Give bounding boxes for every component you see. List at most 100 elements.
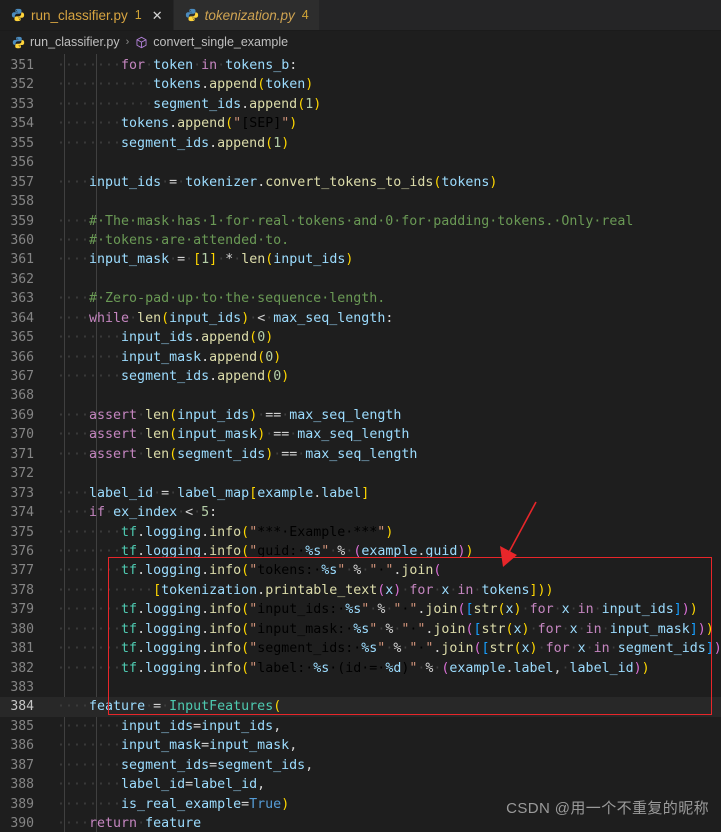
tab-tokenization[interactable]: tokenization.py 4 bbox=[173, 0, 320, 30]
code-line[interactable]: 353 ············segment_ids.append(1) bbox=[0, 95, 721, 114]
code-line[interactable]: 378 ············[tokenization.printable_t… bbox=[0, 581, 721, 600]
code-line[interactable]: 357 ····input_ids·=·tokenizer.convert_tok… bbox=[0, 173, 721, 192]
code-text[interactable]: ········input_ids=input_ids, bbox=[46, 717, 721, 736]
code-line[interactable]: 385 ········input_ids=input_ids, bbox=[0, 717, 721, 736]
code-text[interactable]: ····#·Zero-pad·up·to·the·sequence·length… bbox=[46, 289, 721, 308]
code-line[interactable]: 377 ········tf.logging.info("tokens:·%s"·… bbox=[0, 561, 721, 580]
code-line[interactable]: 360 ····#·tokens·are·attended·to. bbox=[0, 231, 721, 250]
code-text[interactable]: ············segment_ids.append(1) bbox=[46, 95, 721, 114]
line-number: 382 bbox=[10, 660, 34, 676]
code-line[interactable]: 359 ····#·The·mask·has·1·for·real·tokens·… bbox=[0, 212, 721, 231]
code-text[interactable]: ········tf.logging.info("tokens:·%s"·%·"… bbox=[46, 561, 721, 580]
code-text[interactable]: ········input_ids.append(0) bbox=[46, 328, 721, 347]
tab-run-classifier[interactable]: run_classifier.py 1 ✕ bbox=[0, 0, 174, 30]
line-number: 360 bbox=[10, 232, 34, 248]
code-text[interactable]: ········tf.logging.info("label:·%s·(id·=… bbox=[46, 659, 721, 678]
code-line[interactable]: 365 ········input_ids.append(0) bbox=[0, 328, 721, 347]
code-line[interactable]: 367 ········segment_ids.append(0) bbox=[0, 367, 721, 386]
line-number: 362 bbox=[10, 271, 34, 287]
code-line[interactable]: 370 ····assert·len(input_mask)·==·max_seq… bbox=[0, 425, 721, 444]
code-text[interactable]: ········tf.logging.info("***·Example·***… bbox=[46, 523, 721, 542]
close-icon[interactable]: ✕ bbox=[152, 9, 163, 22]
breadcrumb-symbol[interactable]: convert_single_example bbox=[153, 35, 288, 49]
code-line[interactable]: 388 ········label_id=label_id, bbox=[0, 775, 721, 794]
line-number: 375 bbox=[10, 524, 34, 540]
code-text[interactable]: ····input_ids·=·tokenizer.convert_tokens… bbox=[46, 173, 721, 192]
code-line[interactable]: 390 ····return·feature bbox=[0, 814, 721, 832]
code-line[interactable]: 389 ········is_real_example=True) bbox=[0, 795, 721, 814]
line-number: 363 bbox=[10, 291, 34, 307]
line-number: 351 bbox=[10, 58, 34, 73]
line-number: 389 bbox=[10, 796, 34, 812]
breadcrumb-file[interactable]: run_classifier.py bbox=[30, 35, 120, 49]
code-line[interactable]: 356 bbox=[0, 153, 721, 172]
code-text[interactable]: ····#·tokens·are·attended·to. bbox=[46, 231, 721, 250]
line-number: 356 bbox=[10, 155, 34, 171]
code-line[interactable]: 379 ········tf.logging.info("input_ids:·%… bbox=[0, 600, 721, 619]
code-line[interactable]: 380 ········tf.logging.info("input_mask:·… bbox=[0, 620, 721, 639]
code-line[interactable]: 373 ····label_id·=·label_map[example.labe… bbox=[0, 484, 721, 503]
code-line[interactable]: 369 ····assert·len(input_ids)·==·max_seq_… bbox=[0, 406, 721, 425]
code-line[interactable]: 372 bbox=[0, 464, 721, 483]
line-number: 376 bbox=[10, 543, 34, 559]
code-text[interactable]: ····assert·len(input_ids)·==·max_seq_len… bbox=[46, 406, 721, 425]
code-text[interactable]: ········tf.logging.info("segment_ids:·%s… bbox=[46, 639, 721, 658]
code-text[interactable]: ········tf.logging.info("input_ids:·%s"·… bbox=[46, 600, 721, 619]
code-text[interactable]: ········input_mask.append(0) bbox=[46, 348, 721, 367]
code-text[interactable]: ····label_id·=·label_map[example.label] bbox=[46, 484, 721, 503]
code-text[interactable]: ····return·feature bbox=[46, 814, 721, 832]
code-text[interactable]: ········tf.logging.info("input_mask:·%s"… bbox=[46, 620, 721, 639]
code-line[interactable]: 362 bbox=[0, 270, 721, 289]
code-line[interactable]: 383 bbox=[0, 678, 721, 697]
line-number: 364 bbox=[10, 310, 34, 326]
code-line[interactable]: 386 ········input_mask=input_mask, bbox=[0, 736, 721, 755]
code-text[interactable]: ····if·ex_index·<·5: bbox=[46, 503, 721, 522]
code-text[interactable]: ········is_real_example=True) bbox=[46, 795, 721, 814]
code-text[interactable]: ····feature·=·InputFeatures( bbox=[46, 697, 721, 716]
code-text[interactable]: ········segment_ids.append(1) bbox=[46, 134, 721, 153]
code-text[interactable]: ····while·len(input_ids)·<·max_seq_lengt… bbox=[46, 309, 721, 328]
code-line[interactable]: 384 ····feature·=·InputFeatures( bbox=[0, 697, 721, 717]
code-text[interactable]: ········for·token·in·tokens_b: bbox=[46, 56, 721, 75]
line-number: 355 bbox=[10, 135, 34, 151]
code-line[interactable]: 382 ········tf.logging.info("label:·%s·(i… bbox=[0, 659, 721, 678]
code-content[interactable]: 351 ········for·token·in·tokens_b: 352 ····… bbox=[0, 54, 721, 832]
code-line[interactable]: 374 ····if·ex_index·<·5: bbox=[0, 503, 721, 522]
editor-tab-bar: run_classifier.py 1 ✕ tokenization.py 4 bbox=[0, 0, 721, 31]
code-line[interactable]: 361 ····input_mask·=·[1]·*·len(input_ids) bbox=[0, 250, 721, 269]
code-line[interactable]: 355 ········segment_ids.append(1) bbox=[0, 134, 721, 153]
code-text[interactable]: ············[tokenization.printable_text… bbox=[46, 581, 721, 600]
code-editor[interactable]: 351 ········for·token·in·tokens_b: 352 ····… bbox=[0, 54, 721, 832]
code-text[interactable]: ········tokens.append("[SEP]") bbox=[46, 114, 721, 133]
code-line[interactable]: 352 ············tokens.append(token) bbox=[0, 75, 721, 94]
code-text[interactable]: ····assert·len(segment_ids)·==·max_seq_l… bbox=[46, 445, 721, 464]
code-line[interactable]: 351 ········for·token·in·tokens_b: bbox=[0, 56, 721, 75]
code-text[interactable]: ····#·The·mask·has·1·for·real·tokens·and… bbox=[46, 212, 721, 231]
line-number: 368 bbox=[10, 388, 34, 404]
code-line[interactable]: 354 ········tokens.append("[SEP]") bbox=[0, 114, 721, 133]
code-line[interactable]: 381 ········tf.logging.info("segment_ids:… bbox=[0, 639, 721, 658]
code-text[interactable]: ········tf.logging.info("guid:·%s"·%·(ex… bbox=[46, 542, 721, 561]
code-line[interactable]: 375 ········tf.logging.info("***·Example·… bbox=[0, 523, 721, 542]
code-line[interactable]: 368 bbox=[0, 386, 721, 405]
code-text[interactable]: ········input_mask=input_mask, bbox=[46, 736, 721, 755]
code-line[interactable]: 363 ····#·Zero-pad·up·to·the·sequence·len… bbox=[0, 289, 721, 308]
code-text[interactable]: ········segment_ids=segment_ids, bbox=[46, 756, 721, 775]
code-line[interactable]: 364 ····while·len(input_ids)·<·max_seq_le… bbox=[0, 309, 721, 328]
line-number: 365 bbox=[10, 330, 34, 346]
code-text[interactable]: ····assert·len(input_mask)·==·max_seq_le… bbox=[46, 425, 721, 444]
line-number: 367 bbox=[10, 369, 34, 384]
code-line[interactable]: 366 ········input_mask.append(0) bbox=[0, 348, 721, 367]
line-number: 379 bbox=[10, 602, 34, 618]
code-line[interactable]: 371 ····assert·len(segment_ids)·==·max_se… bbox=[0, 445, 721, 464]
code-line[interactable]: 387 ········segment_ids=segment_ids, bbox=[0, 756, 721, 775]
code-text[interactable]: ········label_id=label_id, bbox=[46, 775, 721, 794]
code-line[interactable]: 376 ········tf.logging.info("guid:·%s"·%·… bbox=[0, 542, 721, 561]
method-cube-icon bbox=[136, 36, 147, 48]
code-text[interactable]: ····input_mask·=·[1]·*·len(input_ids) bbox=[46, 250, 721, 269]
code-text[interactable]: ············tokens.append(token) bbox=[46, 75, 721, 94]
line-number: 378 bbox=[10, 582, 34, 598]
code-text[interactable]: ········segment_ids.append(0) bbox=[46, 367, 721, 386]
breadcrumb: run_classifier.py › convert_single_examp… bbox=[0, 31, 721, 54]
code-line[interactable]: 358 bbox=[0, 192, 721, 211]
